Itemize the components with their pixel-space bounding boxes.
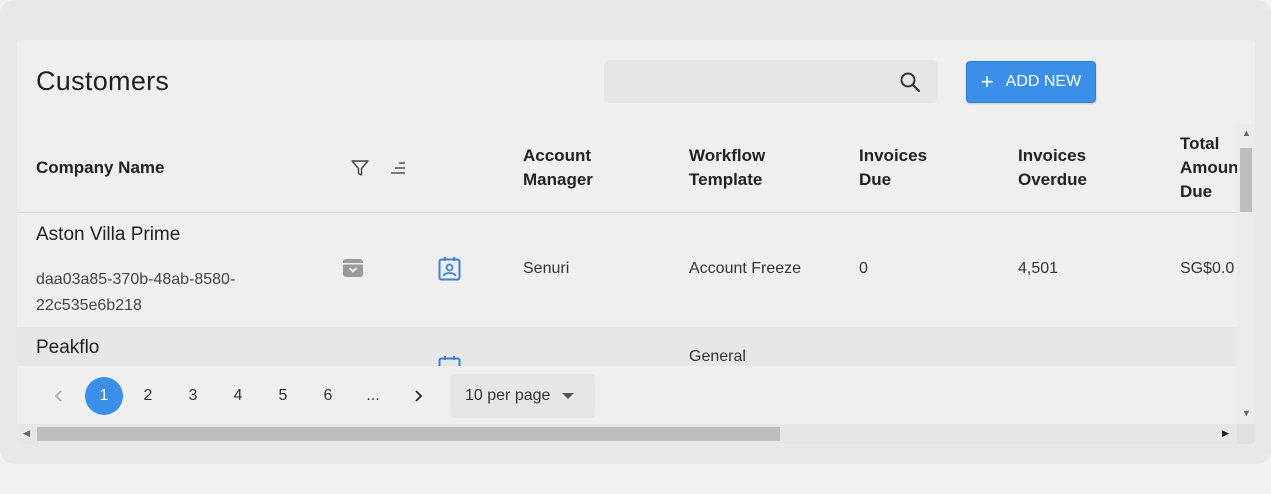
caret-down-icon xyxy=(562,393,575,399)
search-input[interactable] xyxy=(616,60,886,103)
scrollbar-corner xyxy=(1237,424,1255,444)
chevron-right-icon xyxy=(415,390,423,402)
vertical-scrollbar[interactable]: ▲ ▼ xyxy=(1237,124,1255,424)
add-new-button[interactable]: + ADD NEW xyxy=(966,61,1096,103)
column-header-total-amount-due[interactable]: Total Amoun Due xyxy=(1180,132,1237,204)
total-amount-due-cell: SG$0.0 xyxy=(1180,260,1235,277)
vertical-scroll-thumb[interactable] xyxy=(1240,148,1252,212)
page-ellipsis[interactable]: ... xyxy=(354,377,392,415)
page-button-2[interactable]: 2 xyxy=(129,377,167,415)
search-icon[interactable] xyxy=(898,70,922,94)
scroll-right-arrow-icon[interactable]: ▶ xyxy=(1222,428,1229,439)
contact-card-icon[interactable] xyxy=(438,355,461,366)
column-header-account-manager[interactable]: Account Manager xyxy=(523,144,593,192)
column-header-invoices-overdue[interactable]: Invoices Overdue xyxy=(1018,144,1087,192)
app-background: Customers + ADD NEW Company Name Account… xyxy=(0,0,1271,464)
company-name[interactable]: Peakflo xyxy=(36,337,99,359)
next-page-button[interactable] xyxy=(399,377,437,415)
horizontal-scrollbar[interactable]: ◀ ▶ xyxy=(17,424,1237,444)
page-button-6[interactable]: 6 xyxy=(309,377,347,415)
scroll-up-arrow-icon[interactable]: ▲ xyxy=(1242,128,1251,138)
archive-icon[interactable] xyxy=(342,257,364,279)
contact-card-icon[interactable] xyxy=(438,256,461,281)
search-box[interactable] xyxy=(604,60,938,103)
sort-icon[interactable] xyxy=(389,160,407,176)
workflow-template-cell: General xyxy=(689,348,746,365)
plus-icon: + xyxy=(980,69,994,94)
column-header-company-name[interactable]: Company Name xyxy=(36,156,164,180)
chevron-left-icon xyxy=(54,390,62,402)
company-name[interactable]: Aston Villa Prime xyxy=(36,224,180,246)
column-header-workflow-template[interactable]: Workflow Template xyxy=(689,144,765,192)
invoices-due-cell: 0 xyxy=(859,260,868,277)
page-button-3[interactable]: 3 xyxy=(174,377,212,415)
filter-icon[interactable] xyxy=(350,158,370,178)
customers-table: Company Name Account Manager Workflow Te… xyxy=(17,124,1237,366)
per-page-label: 10 per page xyxy=(465,387,551,404)
page-button-4[interactable]: 4 xyxy=(219,377,257,415)
workflow-template-cell: Account Freeze xyxy=(689,260,802,277)
table-row[interactable]: Peakflo General xyxy=(17,327,1237,366)
horizontal-scroll-thumb[interactable] xyxy=(37,427,780,441)
page-button-1[interactable]: 1 xyxy=(85,377,123,415)
add-new-label: ADD NEW xyxy=(1005,73,1082,90)
company-id: daa03a85-370b-48ab-8580-22c535e6b218 xyxy=(36,271,236,314)
customers-card: Customers + ADD NEW Company Name Account… xyxy=(17,40,1255,444)
scroll-left-arrow-icon[interactable]: ◀ xyxy=(23,428,30,439)
page-button-5[interactable]: 5 xyxy=(264,377,302,415)
page-title: Customers xyxy=(36,66,170,96)
account-manager-cell: Senuri xyxy=(523,260,570,277)
invoices-overdue-cell: 4,501 xyxy=(1018,260,1059,277)
scroll-down-arrow-icon[interactable]: ▼ xyxy=(1242,408,1251,418)
column-header-invoices-due[interactable]: Invoices Due xyxy=(859,144,927,192)
per-page-select[interactable]: 10 per page xyxy=(450,374,595,418)
table-row[interactable]: Aston Villa Prime daa03a85-370b-48ab-858… xyxy=(17,213,1237,327)
pagination-bar: 1 2 3 4 5 6 ... 10 per page xyxy=(17,366,1237,426)
prev-page-button[interactable] xyxy=(40,377,78,415)
